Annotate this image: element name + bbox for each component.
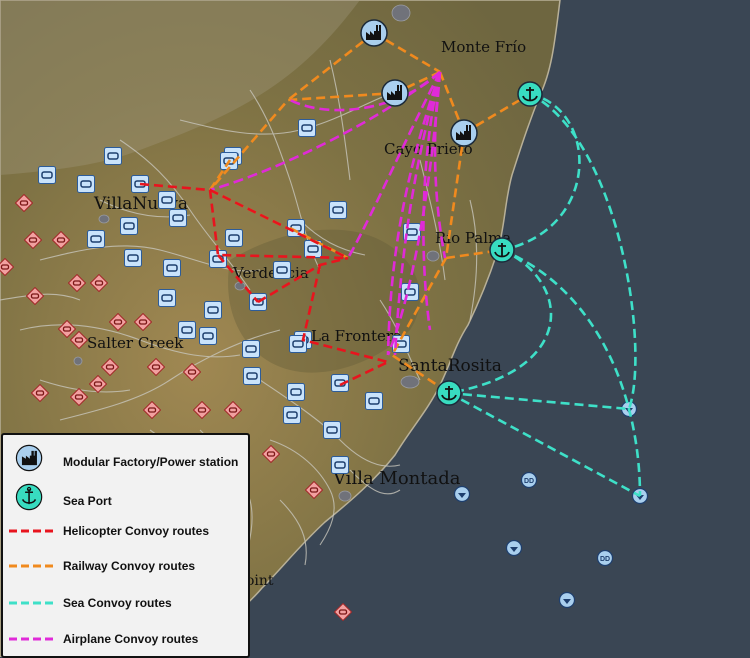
place-monte-frio: Monte Frío <box>441 38 526 56</box>
ship-marker-icon[interactable] <box>558 591 576 609</box>
base-marker-icon[interactable] <box>158 289 176 307</box>
place-santarosita: SantaRosita <box>398 356 502 376</box>
legend-seaport-label: Sea Port <box>63 494 112 508</box>
base-marker-icon[interactable] <box>124 249 142 267</box>
base-marker-icon[interactable] <box>87 230 105 248</box>
base-marker-icon[interactable] <box>225 229 243 247</box>
base-marker-icon[interactable] <box>287 383 305 401</box>
base-marker-icon[interactable] <box>331 456 349 474</box>
base-marker-icon[interactable] <box>283 406 301 424</box>
factory-icon[interactable] <box>450 119 478 147</box>
legend-heli-label: Helicopter Convoy routes <box>63 524 210 538</box>
map-legend: Modular Factory/Power station Sea Port H… <box>1 433 250 658</box>
legend-sea: Sea Convoy routes <box>3 588 248 618</box>
anchor-icon[interactable] <box>489 237 515 263</box>
base-marker-icon[interactable] <box>120 217 138 235</box>
base-marker-icon[interactable] <box>298 119 316 137</box>
rail-line-icon <box>9 564 57 568</box>
heli-line-icon <box>9 529 57 533</box>
base-marker-icon[interactable] <box>273 261 291 279</box>
anchor-icon[interactable] <box>436 380 462 406</box>
base-marker-icon[interactable] <box>329 201 347 219</box>
svg-text:DD: DD <box>600 556 610 563</box>
factory-icon[interactable] <box>360 19 388 47</box>
base-marker-icon[interactable] <box>178 321 196 339</box>
svg-text:DD: DD <box>524 478 534 485</box>
base-marker-icon[interactable] <box>158 191 176 209</box>
base-marker-icon[interactable] <box>242 340 260 358</box>
legend-factory-label: Modular Factory/Power station <box>63 455 239 469</box>
ship-marker-icon[interactable]: DD <box>596 549 614 567</box>
anchor-icon[interactable] <box>517 81 543 107</box>
base-marker-icon[interactable] <box>204 301 222 319</box>
base-marker-icon[interactable] <box>243 367 261 385</box>
ship-marker-icon[interactable] <box>505 539 523 557</box>
base-marker-icon[interactable] <box>199 327 217 345</box>
base-marker-icon[interactable] <box>365 392 383 410</box>
ship-marker-icon[interactable]: DD <box>520 471 538 489</box>
base-marker-icon[interactable] <box>169 209 187 227</box>
legend-seaport: Sea Port <box>3 482 248 520</box>
legend-rail: Railway Convoy routes <box>3 551 248 581</box>
legend-heli: Helicopter Convoy routes <box>3 516 248 546</box>
base-marker-icon[interactable] <box>77 175 95 193</box>
factory-icon <box>15 444 43 472</box>
legend-air: Airplane Convoy routes <box>3 624 248 654</box>
factory-icon[interactable] <box>381 79 409 107</box>
legend-rail-label: Railway Convoy routes <box>63 559 196 573</box>
place-villa-montada: Villa Montada <box>332 468 461 489</box>
base-marker-icon[interactable] <box>38 166 56 184</box>
legend-factory: Modular Factory/Power station <box>3 443 248 481</box>
anchor-icon <box>15 483 43 511</box>
legend-air-label: Airplane Convoy routes <box>63 632 199 646</box>
base-marker-icon[interactable] <box>323 421 341 439</box>
place-point: oint <box>246 573 274 589</box>
base-marker-icon[interactable] <box>163 259 181 277</box>
sea-line-icon <box>9 601 57 605</box>
base-marker-icon[interactable] <box>104 147 122 165</box>
ship-marker-icon[interactable] <box>453 485 471 503</box>
place-salter-creek: Salter Creek <box>87 334 184 352</box>
legend-sea-label: Sea Convoy routes <box>63 596 172 610</box>
air-line-icon <box>9 637 57 641</box>
